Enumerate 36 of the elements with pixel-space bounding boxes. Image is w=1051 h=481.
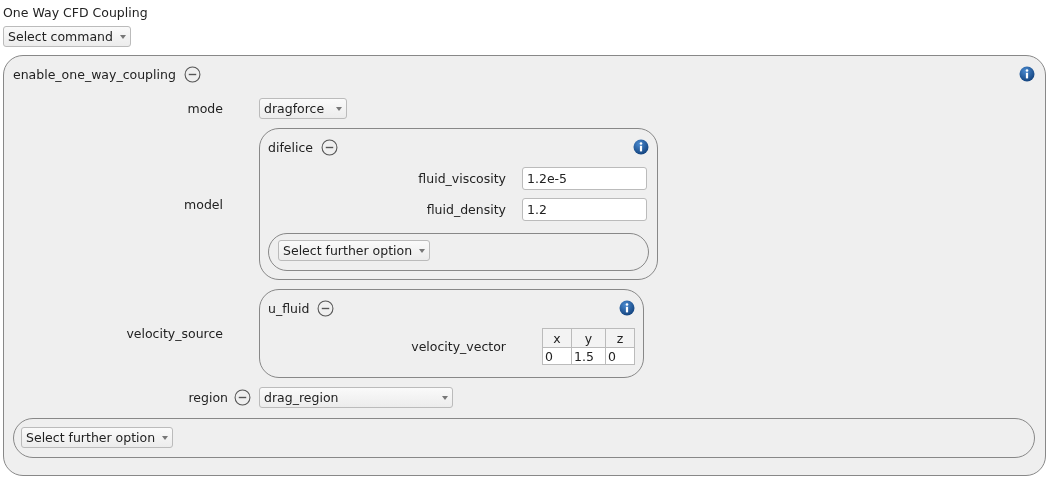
caret-icon bbox=[336, 106, 342, 111]
option-name: u_fluid bbox=[268, 300, 310, 316]
caret-icon bbox=[162, 435, 169, 440]
parameter-label: region bbox=[188, 390, 228, 405]
parameter-label: mode bbox=[187, 101, 223, 116]
field-label: velocity_vector bbox=[410, 339, 506, 354]
option-name: difelice bbox=[268, 139, 313, 155]
remove-icon[interactable] bbox=[183, 65, 201, 83]
further-option-dropdown[interactable]: Select further option bbox=[21, 427, 174, 448]
caret-icon bbox=[442, 395, 448, 400]
page-title: One Way CFD Coupling bbox=[3, 4, 149, 22]
column-header: z bbox=[605, 328, 635, 348]
input-field[interactable]: 1.2 bbox=[522, 198, 647, 221]
input-field[interactable]: 1.2e-5 bbox=[522, 167, 647, 190]
remove-icon[interactable] bbox=[234, 389, 251, 406]
command-dropdown[interactable]: Select command bbox=[3, 26, 131, 47]
table-cell[interactable]: 0 bbox=[605, 347, 635, 365]
further-option-dropdown[interactable]: Select further option bbox=[278, 240, 431, 261]
table-cell[interactable]: 1.5 bbox=[571, 347, 606, 365]
table-cell[interactable]: 0 bbox=[542, 347, 572, 365]
remove-icon[interactable] bbox=[317, 299, 335, 317]
info-icon[interactable] bbox=[633, 139, 649, 155]
caret-icon bbox=[419, 248, 426, 253]
column-header: y bbox=[571, 328, 606, 348]
column-header: x bbox=[542, 328, 572, 348]
caret-icon bbox=[119, 34, 126, 39]
parameter-label: velocity_source bbox=[126, 326, 223, 341]
info-icon[interactable] bbox=[619, 300, 635, 316]
parameter-label: model bbox=[184, 196, 223, 212]
info-icon[interactable] bbox=[1019, 66, 1035, 82]
remove-icon[interactable] bbox=[321, 138, 338, 156]
value-dropdown[interactable]: drag_region bbox=[259, 387, 453, 408]
field-label: fluid_viscosity bbox=[417, 171, 506, 186]
value-dropdown[interactable]: dragforce bbox=[259, 98, 347, 119]
group-name: enable_one_way_coupling bbox=[13, 66, 176, 82]
field-label: fluid_density bbox=[425, 202, 506, 217]
